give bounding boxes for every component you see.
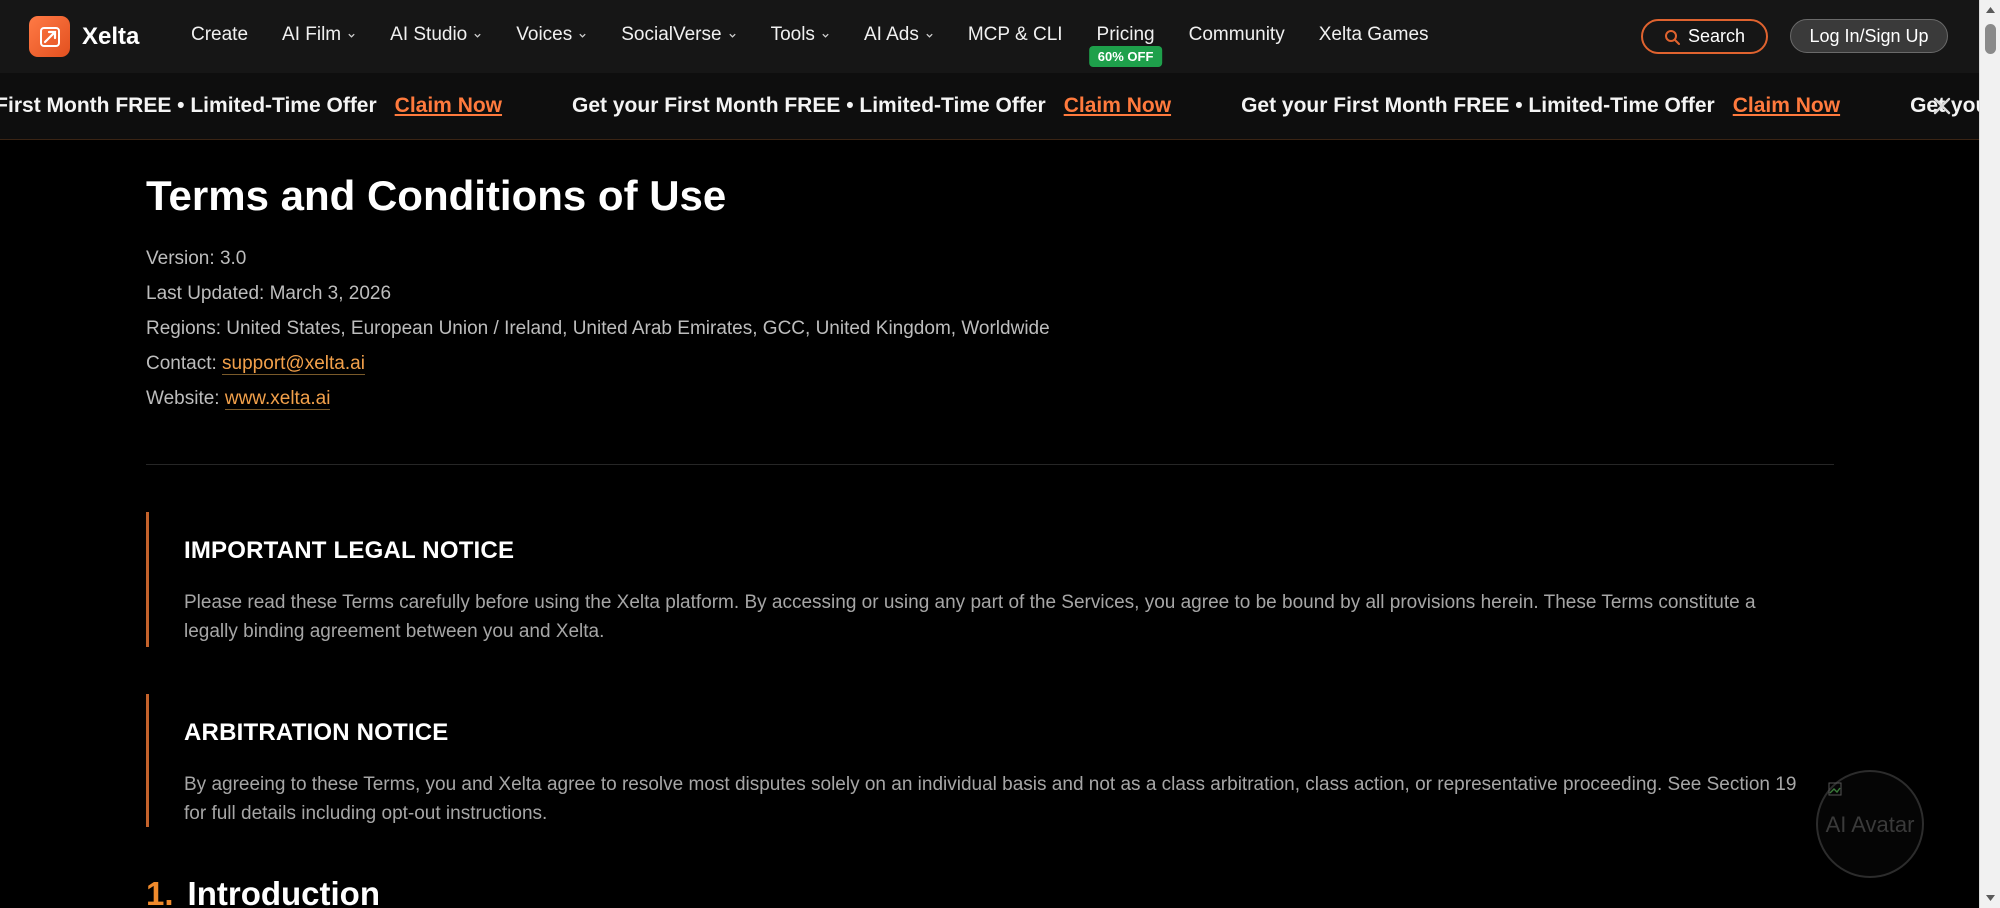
- logo-icon: [29, 16, 70, 57]
- nav-item-voices[interactable]: Voices: [516, 24, 587, 46]
- nav-item-ai-studio[interactable]: AI Studio: [390, 24, 482, 46]
- main-menu: Create AI Film AI Studio Voices SocialVerse T…: [191, 0, 1463, 70]
- nav-item-label: Create: [191, 24, 249, 45]
- page-title: Terms and Conditions of Use: [146, 172, 727, 219]
- regions-line: Regions: United States, European Union /…: [146, 318, 1050, 353]
- ai-avatar-button[interactable]: AI Avatar: [1816, 770, 1924, 878]
- nav-item-label: AI Studio: [390, 24, 468, 45]
- divider: [146, 464, 1834, 465]
- ai-avatar-alt-text: AI Avatar: [1825, 811, 1915, 837]
- chevron-down-icon: [926, 33, 933, 38]
- nav-item-tools[interactable]: Tools: [771, 24, 830, 46]
- nav-item-mcp-cli[interactable]: MCP & CLI: [968, 24, 1063, 46]
- last-updated-line: Last Updated: March 3, 2026: [146, 283, 1050, 318]
- promo-text: Get your First Month FREE • Limited-Time…: [1241, 94, 1715, 117]
- version-label: Version:: [146, 248, 215, 269]
- nav-item-label: AI Ads: [863, 24, 919, 45]
- website-link[interactable]: www.xelta.ai: [224, 388, 331, 410]
- nav-item-label: Tools: [770, 24, 815, 45]
- scroll-up-arrow-icon[interactable]: [1980, 2, 2000, 18]
- nav-item-label: MCP & CLI: [967, 24, 1063, 45]
- nav-item-label: Pricing: [1096, 24, 1155, 45]
- nav-item-label: SocialVerse: [621, 24, 722, 45]
- page-scrollbar[interactable]: [1979, 0, 2000, 908]
- website-line: Website: www.xelta.ai: [146, 388, 1050, 423]
- promo-marquee: Get your First Month FREE • Limited-Time…: [0, 73, 1979, 139]
- arbitration-notice-block: ARBITRATION NOTICE By agreeing to these …: [146, 694, 1834, 827]
- regions-label: Regions:: [146, 318, 221, 339]
- brand-logo[interactable]: Xelta: [29, 16, 139, 57]
- promo-text: Get your First Month FREE • Limited-Time…: [0, 94, 377, 117]
- brand-name: Xelta: [82, 22, 140, 50]
- scrollbar-thumb[interactable]: [1985, 24, 1996, 54]
- section-number: 1.: [146, 875, 174, 908]
- claim-now-link[interactable]: Claim Now: [1733, 94, 1840, 118]
- discount-badge: 60% OFF: [1088, 46, 1163, 67]
- search-button[interactable]: Search: [1641, 19, 1768, 54]
- document-meta: Version: 3.0 Last Updated: March 3, 2026…: [146, 248, 1050, 423]
- last-updated-label: Last Updated:: [146, 283, 265, 304]
- regions-value: United States, European Union / Ireland,…: [226, 318, 1050, 339]
- promo-segment: Get your First Month FREE • Limited-Time…: [572, 94, 1171, 118]
- login-signup-button[interactable]: Log In/Sign Up: [1790, 19, 1948, 53]
- legal-notice-body: Please read these Terms carefully before…: [184, 592, 1756, 642]
- nav-item-xelta-games[interactable]: Xelta Games: [1319, 24, 1429, 46]
- chevron-down-icon: [822, 33, 829, 38]
- chevron-down-icon: [728, 33, 736, 38]
- promo-banner: Get your First Month FREE • Limited-Time…: [0, 73, 1979, 140]
- scroll-down-arrow-icon[interactable]: [1980, 890, 2000, 906]
- nav-item-community[interactable]: Community: [1189, 24, 1285, 46]
- nav-item-label: Xelta Games: [1318, 24, 1429, 45]
- nav-item-socialverse[interactable]: SocialVerse: [621, 24, 736, 46]
- nav-item-ai-film[interactable]: AI Film: [282, 24, 356, 46]
- claim-now-link[interactable]: Claim Now: [1064, 94, 1171, 118]
- close-icon[interactable]: [1931, 95, 1953, 117]
- contact-email-link[interactable]: support@xelta.ai: [222, 353, 365, 375]
- broken-image-icon: [1828, 782, 1842, 796]
- nav-item-label: Community: [1188, 24, 1285, 45]
- nav-item-create[interactable]: Create: [191, 24, 248, 46]
- top-nav: Xelta Create AI Film AI Studio Voices Social…: [0, 0, 1979, 73]
- last-updated-value: March 3, 2026: [269, 283, 392, 304]
- chevron-down-icon: [474, 33, 481, 38]
- nav-item-ai-ads[interactable]: AI Ads: [864, 24, 934, 46]
- contact-label: Contact:: [146, 353, 217, 374]
- promo-segment: Get your First Month FREE • Limited-Time…: [1241, 94, 1840, 118]
- section-heading-introduction: 1. Introduction: [146, 875, 380, 908]
- promo-segment: Get your First Month FREE • Limited-Time…: [0, 94, 502, 118]
- legal-notice-block: IMPORTANT LEGAL NOTICE Please read these…: [146, 512, 1834, 647]
- search-label: Search: [1687, 26, 1746, 46]
- arbitration-notice-body: By agreeing to these Terms, you and Xelt…: [184, 774, 1797, 824]
- claim-now-link[interactable]: Claim Now: [395, 94, 502, 118]
- arbitration-notice-title: ARBITRATION NOTICE: [184, 719, 449, 746]
- nav-item-pricing[interactable]: Pricing 60% OFF: [1088, 24, 1163, 67]
- search-icon: [1664, 29, 1680, 45]
- nav-item-label: AI Film: [282, 24, 342, 45]
- nav-item-label: Voices: [516, 24, 573, 45]
- chevron-down-icon: [579, 33, 586, 38]
- legal-notice-title: IMPORTANT LEGAL NOTICE: [184, 537, 515, 564]
- promo-text: Get your First Month FREE • Limited-Time…: [572, 94, 1046, 117]
- version-line: Version: 3.0: [146, 248, 1050, 283]
- chevron-down-icon: [348, 33, 355, 38]
- version-value: 3.0: [219, 248, 247, 269]
- website-label: Website:: [146, 388, 220, 409]
- contact-line: Contact: support@xelta.ai: [146, 353, 1050, 388]
- section-title: Introduction: [187, 875, 380, 908]
